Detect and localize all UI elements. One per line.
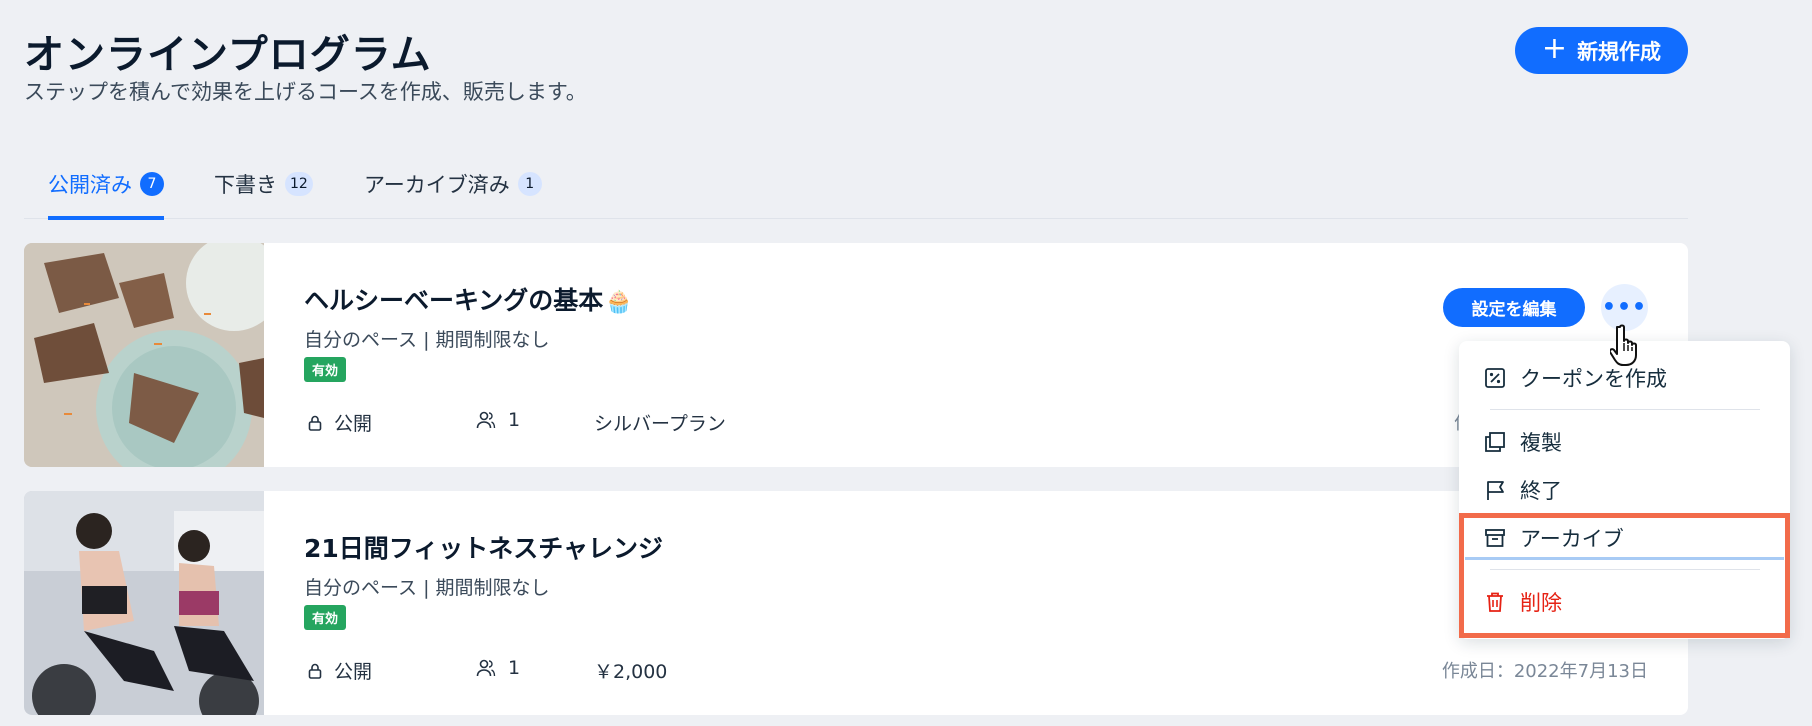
visibility-label: 公開 [334, 413, 373, 435]
tab-count-badge: 12 [285, 171, 313, 196]
program-card[interactable]: ヘルシーベーキングの基本🧁 自分のペース | 期間制限なし 有効 公開 1 シル… [24, 243, 1688, 467]
create-new-label: 新規作成 [1577, 39, 1662, 64]
trash-icon [1484, 591, 1506, 613]
tab-archived[interactable]: アーカイブ済み 1 [364, 160, 542, 219]
program-thumbnail [24, 243, 264, 467]
program-meta: 自分のペース | 期間制限なし [304, 329, 550, 351]
participants-info: 1 [476, 657, 520, 679]
pricing-info: シルバープラン [594, 413, 726, 435]
program-title[interactable]: ヘルシーベーキングの基本🧁 [304, 281, 633, 317]
hand-cursor-icon [1610, 323, 1644, 369]
tab-label: アーカイブ済み [364, 172, 510, 197]
page-title: オンラインプログラム [24, 32, 432, 78]
program-thumbnail [24, 491, 264, 715]
menu-divider [1490, 569, 1760, 570]
status-tabs: 公開済み 7 下書き 12 アーカイブ済み 1 [24, 160, 1688, 220]
coupon-icon [1484, 367, 1506, 389]
menu-divider [1490, 409, 1760, 410]
tab-count-badge: 7 [140, 171, 164, 196]
program-meta: 自分のペース | 期間制限なし [304, 577, 550, 599]
lock-icon [308, 415, 322, 431]
visibility-info: 公開 [308, 657, 372, 684]
edit-settings-button[interactable]: 設定を編集 [1443, 288, 1585, 327]
tab-label: 下書き [214, 172, 277, 197]
menu-item-archive[interactable]: アーカイブ [1484, 518, 1624, 558]
visibility-label: 公開 [334, 661, 373, 683]
more-actions-menu: クーポンを作成 複製 終了 アーカイブ 削除 [1459, 341, 1790, 639]
tab-drafts[interactable]: 下書き 12 [214, 160, 313, 219]
archive-focus-indicator [1465, 557, 1784, 560]
participants-info: 1 [476, 409, 520, 431]
program-card[interactable]: 21日間フィットネスチャレンジ 自分のペース | 期間制限なし 有効 公開 1 … [24, 491, 1688, 715]
more-dots-icon: ••• [1601, 294, 1648, 320]
status-badge: 有効 [304, 357, 347, 382]
pricing-info: ￥2,000 [594, 661, 668, 683]
menu-item-end[interactable]: 終了 [1484, 470, 1562, 510]
participants-count: 1 [508, 409, 521, 431]
status-badge: 有効 [304, 605, 347, 630]
tab-label: 公開済み [48, 172, 132, 197]
participants-count: 1 [508, 657, 521, 679]
tab-published[interactable]: 公開済み 7 [48, 160, 164, 220]
users-icon [476, 411, 496, 429]
menu-item-label: クーポンを作成 [1520, 367, 1667, 391]
page-subtitle: ステップを積んで効果を上げるコースを作成、販売します。 [24, 80, 587, 104]
tab-count-badge: 1 [517, 171, 542, 196]
plus-icon: + [1541, 31, 1568, 66]
menu-item-label: 終了 [1520, 479, 1562, 503]
program-title[interactable]: 21日間フィットネスチャレンジ [304, 529, 663, 565]
create-new-button[interactable]: + 新規作成 [1515, 27, 1688, 74]
duplicate-icon [1484, 431, 1506, 453]
menu-item-label: 複製 [1520, 431, 1562, 455]
menu-item-delete[interactable]: 削除 [1484, 582, 1562, 622]
cupcake-icon: 🧁 [605, 290, 633, 315]
flag-icon [1484, 479, 1506, 501]
users-icon [476, 659, 496, 677]
created-date: 作成日：2022年7月13日 [1441, 661, 1648, 682]
menu-item-label: 削除 [1520, 591, 1562, 615]
archive-icon [1484, 527, 1506, 549]
menu-item-label: アーカイブ [1520, 527, 1624, 551]
visibility-info: 公開 [308, 409, 372, 436]
menu-item-duplicate[interactable]: 複製 [1484, 422, 1562, 462]
lock-icon [308, 663, 322, 679]
